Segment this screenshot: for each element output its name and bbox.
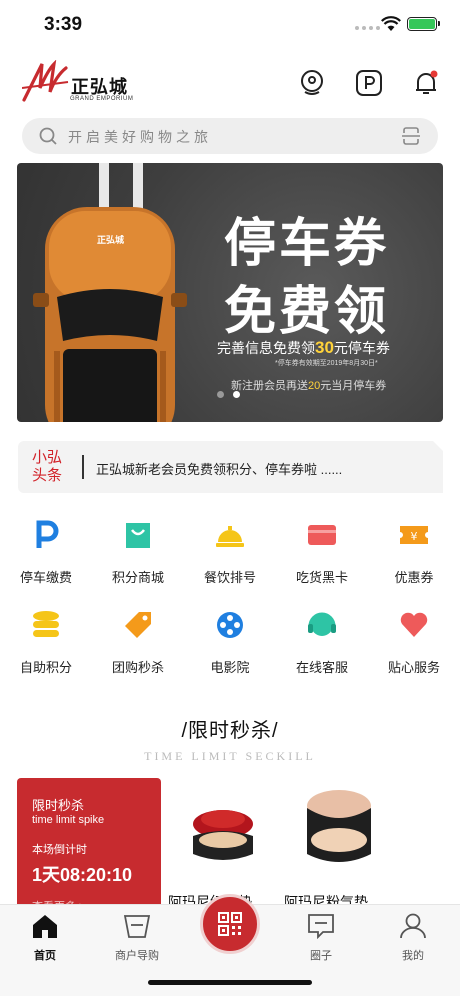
product-image: [307, 790, 371, 862]
battery-icon: [407, 17, 440, 31]
promo-banner[interactable]: 正弘城 停车券 免费领 完善信息免费领30元停车券 *停车券有效期至2019年8…: [17, 163, 443, 422]
qr-scan-icon: [218, 912, 242, 936]
logo-mark-icon: [22, 60, 69, 102]
grid-label: 团购秒杀: [111, 660, 164, 675]
tab-label: 首页: [34, 950, 56, 962]
seckill-card[interactable]: 限时秒杀 time limit spike 本场倒计时 1天08:20:10 查…: [17, 778, 161, 913]
chat-icon: [308, 914, 334, 939]
carousel-dot[interactable]: [217, 391, 224, 398]
news-corner: [433, 441, 443, 451]
user-icon: [400, 913, 426, 939]
grid-label: 积分商城: [111, 570, 164, 585]
grid-label: 在线客服: [295, 660, 348, 675]
headset-icon: [308, 612, 336, 636]
film-reel-icon: [217, 612, 243, 638]
shopping-bag-icon: [126, 523, 150, 548]
grid-item-cinema[interactable]: 电影院: [184, 610, 276, 680]
news-divider: [82, 455, 84, 479]
grid-item-parking[interactable]: 停车缴费: [0, 520, 92, 590]
grid-label: 停车缴费: [19, 570, 72, 585]
tab-home[interactable]: 首页: [5, 913, 85, 963]
grid-item-coupon[interactable]: ¥ 优惠券: [368, 520, 460, 590]
product-card[interactable]: 阿玛尼粉气垫: [284, 784, 394, 914]
grid-label: 自助积分: [19, 660, 72, 675]
seckill-card-title: 限时秒杀: [32, 798, 85, 813]
product-image: [193, 810, 253, 860]
grid-label: 吃货黑卡: [295, 570, 348, 585]
tab-me[interactable]: 我的: [373, 913, 453, 963]
seckill-subtitle: TIME LIMIT SECKILL: [144, 749, 316, 763]
grid-label: 餐饮排号: [203, 570, 256, 585]
grid-item-caring-service[interactable]: 贴心服务: [368, 610, 460, 680]
grid-item-foodie-card[interactable]: 吃货黑卡: [276, 520, 368, 590]
tab-label: 圈子: [310, 950, 332, 962]
grid-label: 优惠券: [394, 570, 434, 585]
tab-label: 商户导购: [115, 950, 159, 962]
home-indicator: [148, 980, 312, 985]
tag-icon: [125, 612, 151, 638]
brand-logo: 正弘城 GRAND EMPORIUM: [22, 60, 134, 108]
location-icon[interactable]: [299, 70, 325, 96]
grid-item-group-buy[interactable]: 团购秒杀: [92, 610, 184, 680]
search-placeholder: 开启美好购物之旅: [68, 129, 212, 145]
seckill-card-en: time limit spike: [32, 814, 105, 826]
tab-merchant-guide[interactable]: 商户导购: [97, 913, 177, 963]
basket-icon: [124, 915, 150, 938]
qr-scan-button[interactable]: [200, 894, 260, 954]
banner-line-2: 新注册会员再送20元当月停车券: [231, 380, 387, 392]
carousel-dots[interactable]: [217, 391, 240, 398]
banner-title-1: 停车券: [224, 215, 390, 273]
signal-icon: [355, 26, 380, 30]
news-tag: 小弘头条: [32, 449, 63, 484]
car-logo-text: 正弘城: [97, 235, 125, 245]
grid-item-points-mall[interactable]: 积分商城: [92, 520, 184, 590]
coupon-icon: ¥: [400, 526, 428, 544]
carousel-dot-active[interactable]: [233, 391, 240, 398]
seckill-title: /限时秒杀/: [181, 720, 279, 742]
status-time: 3:39: [44, 14, 83, 35]
news-ticker[interactable]: 小弘头条 正弘城新老会员免费领积分、停车券啦 ......: [18, 441, 443, 493]
app-header: 正弘城 GRAND EMPORIUM: [0, 52, 460, 114]
parking-icon: [36, 520, 59, 548]
grid-label: 贴心服务: [387, 660, 440, 675]
svg-text:¥: ¥: [411, 530, 418, 543]
scan-icon[interactable]: [402, 127, 420, 145]
heart-icon: [400, 612, 428, 637]
tab-circle[interactable]: 圈子: [281, 913, 361, 963]
wifi-icon: [381, 16, 401, 31]
logo-text-en: GRAND EMPORIUM: [70, 96, 134, 102]
banner-title-2: 免费领: [224, 283, 390, 341]
grid-label: 电影院: [210, 660, 250, 675]
search-bar[interactable]: 开启美好购物之旅: [22, 118, 438, 154]
home-icon: [33, 915, 57, 938]
notification-bell-icon[interactable]: [413, 70, 439, 96]
grid-item-dining[interactable]: 餐饮排号: [184, 520, 276, 590]
news-text[interactable]: 正弘城新老会员免费领积分、停车券啦 ......: [96, 459, 342, 478]
coins-icon: [33, 611, 59, 637]
parking-header-icon[interactable]: [356, 70, 382, 96]
countdown-label: 本场倒计时: [32, 844, 87, 856]
dining-bell-icon: [216, 526, 244, 547]
card-icon: [308, 525, 336, 545]
grid-item-customer-service[interactable]: 在线客服: [276, 610, 368, 680]
grid-item-self-points[interactable]: 自助积分: [0, 610, 92, 680]
countdown-value: 1天08:20:10: [32, 865, 133, 885]
tab-label: 我的: [402, 950, 424, 962]
search-icon: [39, 127, 57, 145]
status-bar: 3:39: [0, 0, 460, 50]
banner-note: *停车券有效期至2019年8月30日*: [275, 360, 378, 367]
banner-line-1: 完善信息免费领30元停车券: [217, 338, 390, 357]
